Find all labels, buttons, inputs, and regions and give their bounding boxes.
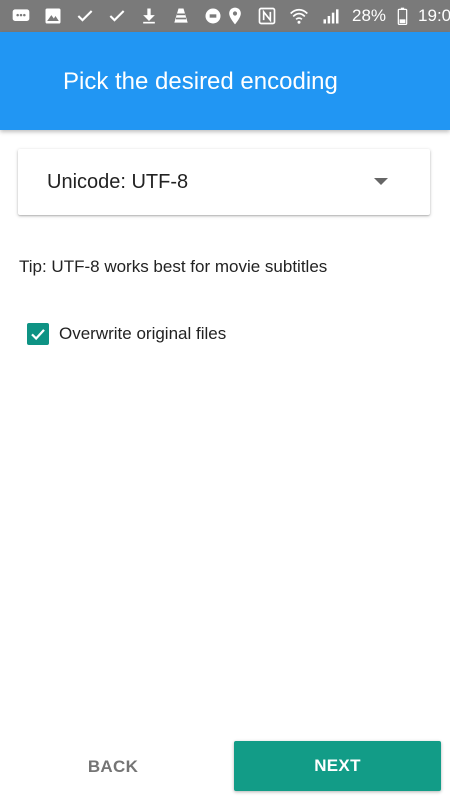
page-title: Pick the desired encoding — [63, 68, 338, 95]
encoding-dropdown[interactable]: Unicode: UTF-8 — [18, 149, 430, 215]
signal-icon — [320, 5, 342, 27]
back-button[interactable]: BACK — [60, 742, 166, 792]
status-bar: 28% 19:05 — [0, 0, 450, 32]
overwrite-option[interactable]: Overwrite original files — [27, 323, 226, 345]
dropdown-arrow-icon — [374, 178, 388, 185]
checkmark-icon — [31, 329, 45, 341]
encoding-selected-value: Unicode: UTF-8 — [47, 171, 189, 193]
vlc-icon — [170, 5, 192, 27]
location-icon — [224, 5, 246, 27]
overwrite-label: Overwrite original files — [59, 324, 227, 343]
download-icon — [138, 5, 160, 27]
app-bar: Pick the desired encoding — [0, 32, 450, 130]
next-button[interactable]: NEXT — [234, 741, 441, 791]
clock: 19:05 — [418, 6, 450, 25]
check-icon — [106, 5, 128, 27]
check-icon — [74, 5, 96, 27]
image-icon — [42, 5, 64, 27]
overwrite-checkbox[interactable] — [27, 323, 49, 345]
status-bar-left — [10, 5, 224, 27]
message-icon — [10, 5, 32, 27]
record-icon — [202, 5, 224, 27]
tip-text: Tip: UTF-8 works best for movie subtitle… — [19, 257, 328, 276]
nfc-icon — [256, 5, 278, 27]
wifi-icon — [288, 5, 310, 27]
battery-percent: 28% — [352, 6, 387, 25]
battery-icon — [396, 5, 408, 27]
status-bar-right: 28% 19:05 — [224, 5, 450, 27]
